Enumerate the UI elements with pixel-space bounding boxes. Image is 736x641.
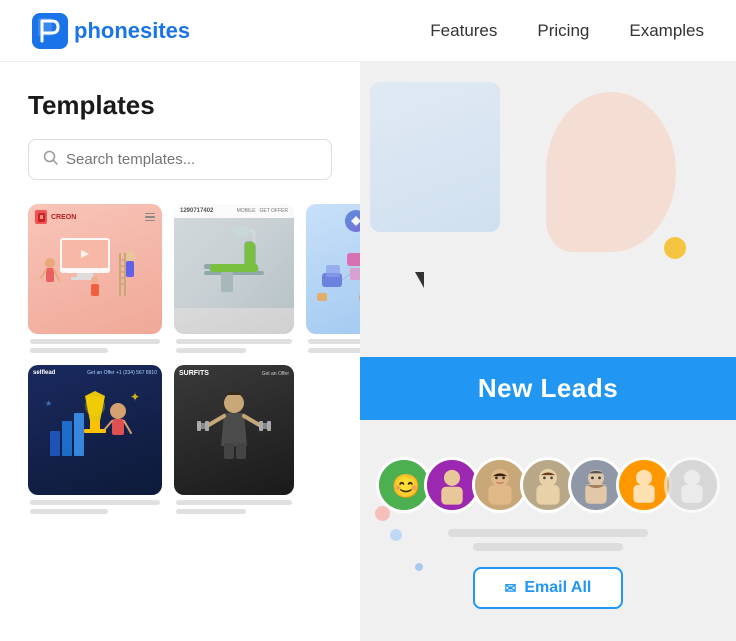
creon-card-info: [28, 334, 162, 353]
svg-text:😊: 😊: [392, 473, 421, 499]
wds-card-info: [306, 334, 360, 353]
header: phonesites Features Pricing Examples: [0, 0, 736, 62]
search-box[interactable]: [28, 139, 332, 180]
new-leads-banner: New Leads: [360, 357, 736, 420]
info-line-2: [473, 543, 623, 551]
selflead-phone: Get an Offer +1 (234) 567 8910: [87, 370, 157, 376]
new-leads-text: New Leads: [478, 373, 618, 404]
templates-title: Templates: [28, 90, 332, 121]
template-card-creon[interactable]: CREON: [28, 204, 162, 353]
search-input[interactable]: [66, 151, 317, 168]
avatars-row: 😊: [376, 457, 720, 513]
creon-illustration: [35, 228, 155, 298]
avatars-section: 😊: [360, 437, 736, 629]
selflead-illustration: ✦ ★: [33, 380, 157, 460]
email-icon: ✉: [505, 580, 517, 597]
avatar-7: [664, 457, 720, 513]
nav-pricing[interactable]: Pricing: [537, 21, 589, 41]
main: Templates: [0, 62, 736, 641]
svg-text:★: ★: [45, 399, 52, 408]
template-preview-area: [360, 62, 736, 352]
surfits-phone: Get an Offer: [262, 371, 289, 377]
creon-menu-icon: [145, 213, 155, 222]
creon-brand: CREON: [35, 210, 76, 224]
wds-illustration: [312, 240, 360, 320]
logo[interactable]: phonesites: [32, 13, 190, 49]
right-panel: New Leads 😊: [360, 62, 736, 641]
left-panel: Templates: [0, 62, 360, 641]
nav: Features Pricing Examples: [430, 21, 704, 41]
surfits-illustration: [179, 381, 289, 461]
dental-image: [174, 218, 294, 308]
surfits-card-info: [174, 495, 294, 514]
logo-icon: [32, 13, 68, 49]
nav-examples[interactable]: Examples: [629, 21, 704, 41]
email-all-label: Email All: [524, 579, 591, 597]
template-card-selflead[interactable]: selflead Get an Offer +1 (234) 567 8910: [28, 365, 162, 514]
svg-text:✦: ✦: [130, 390, 140, 404]
logo-text: phonesites: [74, 18, 190, 44]
info-lines: [448, 529, 648, 551]
dental-card-info: [174, 334, 294, 353]
info-line-1: [448, 529, 648, 537]
template-grid: CREON: [28, 204, 332, 514]
dental-brand: 1290717402: [180, 208, 213, 214]
dental-nav: MOBILE GET OFFER: [237, 208, 288, 214]
search-icon: [43, 150, 58, 169]
selflead-brand: selflead: [33, 370, 55, 376]
surfits-brand: SURFITS: [179, 370, 209, 377]
email-all-button[interactable]: ✉ Email All: [473, 567, 624, 609]
selflead-card-info: [28, 495, 162, 514]
template-card-dental[interactable]: 1290717402 MOBILE GET OFFER: [174, 204, 294, 353]
wds-logo: [345, 210, 360, 232]
nav-features[interactable]: Features: [430, 21, 497, 41]
template-card-wds[interactable]: WDS WDC: [306, 204, 360, 353]
template-card-surfits[interactable]: SURFITS Get an Offer: [174, 365, 294, 514]
